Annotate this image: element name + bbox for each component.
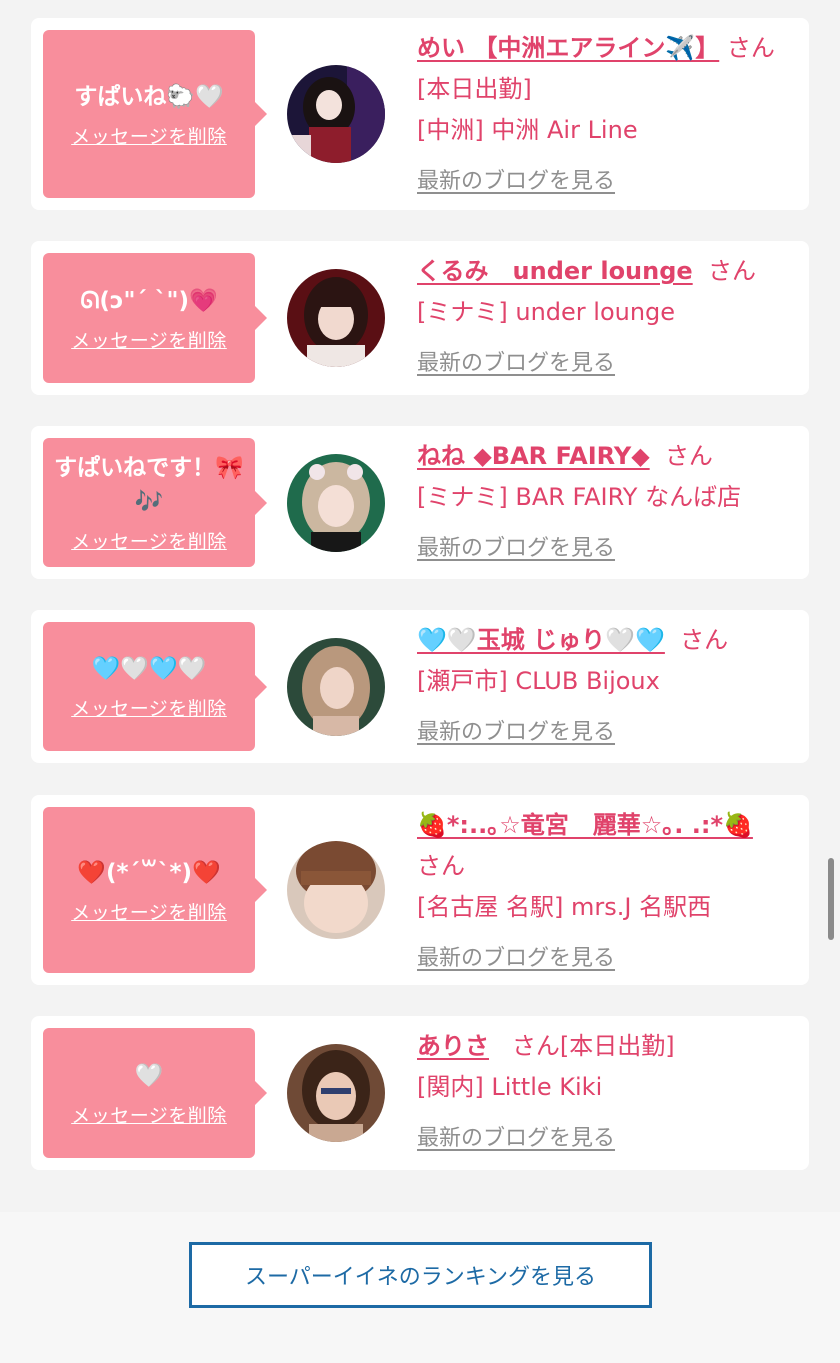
cast-info: ねね ◆BAR FAIRY◆ さん [ミナミ] BAR FAIRY なんば店 最… [417, 436, 789, 569]
message-text: ❤️(*´꒳`*)❤️ [77, 859, 221, 886]
cast-info: くるみ under lounge さん [ミナミ] under lounge 最… [417, 251, 789, 384]
footer: スーパーイイネのランキングを見る [0, 1212, 840, 1363]
honorific-status: さん [417, 852, 465, 880]
cast-info: 🍓*:..｡☆竜宮 麗華☆｡. .:*🍓 さん [名古屋 名駅] mrs.J 名… [417, 805, 789, 979]
cast-name-link[interactable]: めい 【中洲エアライン✈️】 [417, 34, 719, 62]
delete-message-link[interactable]: メッセージを削除 [71, 527, 227, 554]
cast-name-link[interactable]: ありさ [417, 1032, 489, 1060]
message-card: すぱいねです！🎀🎶 メッセージを削除 ねね ◆BAR FAIRY◆ さん [ミナ… [31, 426, 809, 579]
avatar[interactable] [287, 638, 385, 736]
honorific-status: さん[本日出勤] [511, 1032, 675, 1060]
avatar[interactable] [287, 841, 385, 939]
avatar-photo [287, 65, 385, 163]
message-card: ᘏ(ɔ"ˊ ˋ")💗 メッセージを削除 くるみ under lounge さん … [31, 241, 809, 395]
cast-info: 🩵🤍玉城 じゅり🤍🩵 さん [瀬戸市] CLUB Bijoux 最新のブログを見… [417, 620, 789, 753]
latest-blog-link[interactable]: 最新のブログを見る [417, 1118, 615, 1159]
delete-message-link[interactable]: メッセージを削除 [71, 1101, 227, 1128]
super-like-message-list: すぱいね🐑🤍 メッセージを削除 めい 【中洲エアライン✈️】 さん[本日出勤] … [0, 0, 840, 1212]
message-text: 🤍 [134, 1062, 164, 1089]
avatar[interactable] [287, 269, 385, 367]
cast-name-link[interactable]: ねね ◆BAR FAIRY◆ [417, 442, 650, 470]
message-text: すぱいね🐑🤍 [74, 83, 224, 110]
avatar-photo [287, 454, 385, 552]
honorific-status: さん [664, 442, 713, 470]
super-like-ranking-button[interactable]: スーパーイイネのランキングを見る [189, 1242, 652, 1308]
honorific-status: さん [680, 626, 729, 654]
avatar-photo [287, 1044, 385, 1142]
avatar-photo [287, 841, 385, 939]
delete-message-link[interactable]: メッセージを削除 [71, 326, 227, 353]
avatar-photo [287, 269, 385, 367]
message-bubble: ❤️(*´꒳`*)❤️ メッセージを削除 [43, 807, 267, 973]
delete-message-link[interactable]: メッセージを削除 [71, 694, 227, 721]
latest-blog-link[interactable]: 最新のブログを見る [417, 938, 615, 979]
shop-label: [ミナミ] under lounge [417, 298, 676, 326]
message-bubble: すぱいねです！🎀🎶 メッセージを削除 [43, 438, 267, 567]
avatar[interactable] [287, 1044, 385, 1142]
latest-blog-link[interactable]: 最新のブログを見る [417, 712, 615, 753]
vertical-scrollbar[interactable] [828, 858, 834, 940]
cast-name-link[interactable]: くるみ under lounge [417, 257, 693, 285]
message-bubble: 🤍 メッセージを削除 [43, 1028, 267, 1158]
delete-message-link[interactable]: メッセージを削除 [71, 122, 227, 149]
shop-label: [瀬戸市] CLUB Bijoux [417, 667, 660, 695]
message-card: 🩵🤍🩵🤍 メッセージを削除 🩵🤍玉城 じゅり🤍🩵 さん [瀬戸市] CLUB B… [31, 610, 809, 763]
delete-message-link[interactable]: メッセージを削除 [71, 898, 227, 925]
message-card: 🤍 メッセージを削除 ありさ さん[本日出勤] [関内] Little Kiki… [31, 1016, 809, 1170]
message-text: 🩵🤍🩵🤍 [91, 656, 207, 682]
avatar[interactable] [287, 454, 385, 552]
cast-name-link[interactable]: 🍓*:..｡☆竜宮 麗華☆｡. .:*🍓 [417, 811, 753, 839]
shop-label: [中洲] 中洲 Air Line [417, 116, 638, 144]
message-text: ᘏ(ɔ"ˊ ˋ")💗 [80, 287, 218, 314]
honorific-status: さん [707, 257, 756, 285]
latest-blog-link[interactable]: 最新のブログを見る [417, 528, 615, 569]
message-bubble: すぱいね🐑🤍 メッセージを削除 [43, 30, 267, 198]
avatar[interactable] [287, 65, 385, 163]
cast-name-link[interactable]: 🩵🤍玉城 じゅり🤍🩵 [417, 626, 665, 654]
message-bubble: 🩵🤍🩵🤍 メッセージを削除 [43, 622, 267, 751]
message-card: ❤️(*´꒳`*)❤️ メッセージを削除 🍓*:..｡☆竜宮 麗華☆｡. .:*… [31, 795, 809, 985]
message-text: すぱいねです！🎀🎶 [54, 455, 244, 515]
message-card: すぱいね🐑🤍 メッセージを削除 めい 【中洲エアライン✈️】 さん[本日出勤] … [31, 18, 809, 210]
message-bubble: ᘏ(ɔ"ˊ ˋ")💗 メッセージを削除 [43, 253, 267, 383]
latest-blog-link[interactable]: 最新のブログを見る [417, 343, 615, 384]
avatar-photo [287, 638, 385, 736]
cast-info: ありさ さん[本日出勤] [関内] Little Kiki 最新のブログを見る [417, 1026, 789, 1159]
cast-info: めい 【中洲エアライン✈️】 さん[本日出勤] [中洲] 中洲 Air Line… [417, 28, 789, 202]
shop-label: [関内] Little Kiki [417, 1073, 603, 1101]
shop-label: [名古屋 名駅] mrs.J 名駅西 [417, 893, 712, 921]
latest-blog-link[interactable]: 最新のブログを見る [417, 161, 615, 202]
shop-label: [ミナミ] BAR FAIRY なんば店 [417, 483, 742, 511]
